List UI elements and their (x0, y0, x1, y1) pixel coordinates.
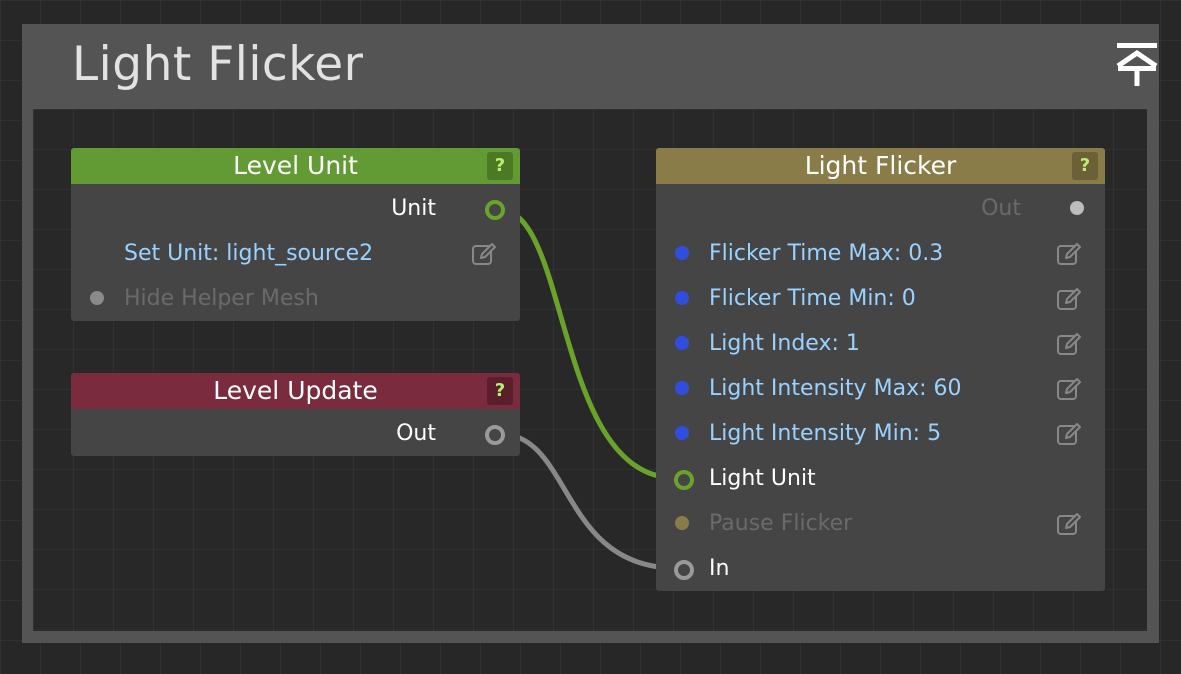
level-unit-header[interactable]: Level Unit ? (71, 148, 520, 184)
light-flicker-title: Light Flicker (804, 151, 957, 180)
edit-icon[interactable] (1056, 376, 1082, 402)
edit-icon[interactable] (471, 241, 497, 267)
unit-output-port[interactable] (485, 200, 505, 220)
collapse-icon[interactable] (1114, 40, 1160, 88)
light-intensity-min-label: Light Intensity Min: 5 (709, 421, 942, 446)
set-unit-label: Set Unit: light_source2 (124, 241, 374, 266)
edit-icon[interactable] (1056, 421, 1082, 447)
flicker-time-min-port[interactable] (675, 291, 689, 305)
level-update-help-button[interactable]: ? (487, 377, 513, 405)
light-flicker-node[interactable]: Light Flicker ? Out Flicker Time Max: 0.… (656, 148, 1105, 591)
unit-output-label: Unit (391, 196, 436, 221)
out-output-port[interactable] (485, 425, 505, 445)
edit-icon[interactable] (1056, 331, 1082, 357)
out-port[interactable] (1070, 201, 1084, 215)
light-intensity-min-port[interactable] (675, 426, 689, 440)
light-unit-label: Light Unit (709, 466, 816, 491)
hide-helper-port[interactable] (90, 291, 104, 305)
light-index-row[interactable]: Light Index: 1 (656, 321, 1105, 366)
pause-flicker-port[interactable] (675, 516, 689, 530)
in-input-port[interactable] (674, 560, 694, 580)
level-unit-node[interactable]: Level Unit ? Unit Set Unit: light_source… (71, 148, 520, 321)
light-flicker-help-button[interactable]: ? (1072, 152, 1098, 180)
light-unit-row: Light Unit (656, 456, 1105, 501)
set-unit-row[interactable]: Set Unit: light_source2 (71, 231, 520, 276)
group-title: Light Flicker (72, 37, 364, 92)
level-unit-output-row: Unit (71, 186, 520, 231)
light-index-label: Light Index: 1 (709, 331, 860, 356)
flicker-time-max-label: Flicker Time Max: 0.3 (709, 241, 944, 266)
flicker-time-max-row[interactable]: Flicker Time Max: 0.3 (656, 231, 1105, 276)
light-index-port[interactable] (675, 336, 689, 350)
flicker-time-min-row[interactable]: Flicker Time Min: 0 (656, 276, 1105, 321)
level-update-title: Level Update (213, 376, 378, 405)
light-intensity-min-row[interactable]: Light Intensity Min: 5 (656, 411, 1105, 456)
in-label: In (709, 556, 730, 581)
hide-helper-label: Hide Helper Mesh (124, 286, 319, 311)
in-row: In (656, 546, 1105, 591)
pause-flicker-label: Pause Flicker (709, 511, 853, 536)
pause-flicker-row[interactable]: Pause Flicker (656, 501, 1105, 546)
light-intensity-max-label: Light Intensity Max: 60 (709, 376, 962, 401)
light-flicker-header[interactable]: Light Flicker ? (656, 148, 1105, 184)
level-unit-title: Level Unit (233, 151, 358, 180)
level-unit-help-button[interactable]: ? (487, 152, 513, 180)
level-update-header[interactable]: Level Update ? (71, 373, 520, 409)
edit-icon[interactable] (1056, 511, 1082, 537)
out-label: Out (981, 196, 1021, 221)
edit-icon[interactable] (1056, 241, 1082, 267)
level-update-node[interactable]: Level Update ? Out (71, 373, 520, 456)
flicker-time-max-port[interactable] (675, 246, 689, 260)
out-row: Out (656, 186, 1105, 231)
light-unit-input-port[interactable] (674, 470, 694, 490)
level-update-output-row: Out (71, 411, 520, 456)
hide-helper-row[interactable]: Hide Helper Mesh (71, 276, 520, 321)
light-intensity-max-port[interactable] (675, 381, 689, 395)
light-intensity-max-row[interactable]: Light Intensity Max: 60 (656, 366, 1105, 411)
edit-icon[interactable] (1056, 286, 1082, 312)
out-output-label: Out (396, 421, 436, 446)
flicker-time-min-label: Flicker Time Min: 0 (709, 286, 916, 311)
